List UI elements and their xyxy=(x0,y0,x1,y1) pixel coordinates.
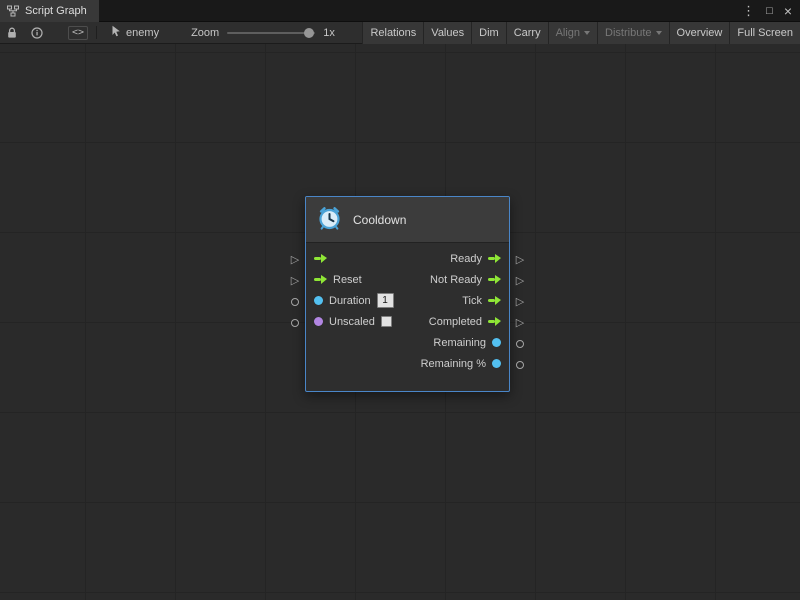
port-label-completed: Completed xyxy=(429,316,482,328)
duration-value-field[interactable] xyxy=(377,293,394,308)
port-row: Remaining xyxy=(306,332,509,353)
flow-output-not-ready-port[interactable] xyxy=(488,275,501,284)
distribute-label: Distribute xyxy=(605,27,651,39)
node-title: Cooldown xyxy=(353,213,406,227)
external-flow-output-marker[interactable]: ▷ xyxy=(514,291,526,312)
external-flow-output-marker[interactable]: ▷ xyxy=(514,312,526,333)
titlebar: Script Graph ⋮ □ × xyxy=(0,0,800,22)
node-cooldown[interactable]: Cooldown Ready Reset xyxy=(305,196,510,392)
chevron-down-icon xyxy=(584,31,590,35)
flow-input-enter-port[interactable] xyxy=(314,254,327,263)
triangle-port-icon: ▷ xyxy=(516,275,524,286)
window-controls: ⋮ □ × xyxy=(742,0,800,22)
zoom-slider-handle[interactable] xyxy=(304,28,314,38)
graph-breadcrumb[interactable]: enemy xyxy=(105,22,165,44)
port-row: Reset Not Ready xyxy=(306,269,509,290)
port-row: Ready xyxy=(306,248,509,269)
carry-label: Carry xyxy=(514,27,541,39)
port-row: Duration Tick xyxy=(306,290,509,311)
external-value-output-marker[interactable] xyxy=(514,354,526,375)
triangle-port-icon: ▷ xyxy=(516,296,524,307)
dim-label: Dim xyxy=(479,27,499,39)
triangle-port-icon: ▷ xyxy=(291,275,299,286)
circle-port-icon xyxy=(291,319,299,327)
port-label-remaining-percent: Remaining % xyxy=(421,358,486,370)
circle-port-icon xyxy=(516,340,524,348)
overview-button[interactable]: Overview xyxy=(669,22,730,44)
values-button[interactable]: Values xyxy=(423,22,471,44)
flow-input-reset-port[interactable] xyxy=(314,275,327,284)
values-label: Values xyxy=(431,27,464,39)
external-value-input-marker[interactable] xyxy=(289,291,301,312)
port-label-remaining: Remaining xyxy=(433,337,486,349)
circle-port-icon xyxy=(516,361,524,369)
script-graph-icon xyxy=(7,5,19,17)
window-close-button[interactable]: × xyxy=(784,0,792,22)
triangle-port-icon: ▷ xyxy=(291,254,299,265)
window-menu-button[interactable]: ⋮ xyxy=(742,0,755,22)
port-row: Remaining % xyxy=(306,353,509,374)
external-flow-output-marker[interactable]: ▷ xyxy=(514,270,526,291)
script-graph-window: Script Graph ⋮ □ × <> xyxy=(0,0,800,600)
zoom-control: Zoom 1x xyxy=(191,26,335,40)
full-screen-label: Full Screen xyxy=(737,27,793,39)
value-input-unscaled-port[interactable] xyxy=(314,317,323,326)
port-label-not-ready: Not Ready xyxy=(430,274,482,286)
distribute-dropdown-button: Distribute xyxy=(597,22,668,44)
pointer-icon xyxy=(111,25,121,40)
relations-button[interactable]: Relations xyxy=(362,22,423,44)
tab-script-graph[interactable]: Script Graph xyxy=(0,0,99,22)
unscaled-checkbox[interactable] xyxy=(381,316,392,327)
value-output-remaining-port[interactable] xyxy=(492,338,501,347)
code-toggle-icon[interactable]: <> xyxy=(68,26,88,40)
value-input-duration-port[interactable] xyxy=(314,296,323,305)
graph-name: enemy xyxy=(126,27,159,39)
zoom-slider-track xyxy=(227,32,315,34)
node-header[interactable]: Cooldown xyxy=(306,197,509,243)
triangle-port-icon: ▷ xyxy=(516,254,524,265)
flow-output-ready-port[interactable] xyxy=(488,254,501,263)
port-label-reset: Reset xyxy=(333,274,362,286)
external-value-output-marker[interactable] xyxy=(514,333,526,354)
window-maximize-button[interactable]: □ xyxy=(766,0,773,22)
carry-button[interactable]: Carry xyxy=(506,22,548,44)
flow-output-completed-port[interactable] xyxy=(488,317,501,326)
relations-label: Relations xyxy=(370,27,416,39)
zoom-slider[interactable] xyxy=(227,26,315,40)
external-flow-output-marker[interactable]: ▷ xyxy=(514,249,526,270)
zoom-value: 1x xyxy=(323,27,335,39)
external-flow-input-marker[interactable]: ▷ xyxy=(289,270,301,291)
port-row: Unscaled Completed xyxy=(306,311,509,332)
triangle-port-icon: ▷ xyxy=(516,317,524,328)
external-value-input-marker[interactable] xyxy=(289,312,301,333)
zoom-label: Zoom xyxy=(191,27,219,39)
dim-button[interactable]: Dim xyxy=(471,22,506,44)
info-icon[interactable] xyxy=(24,22,50,44)
chevron-down-icon xyxy=(656,31,662,35)
port-label-unscaled: Unscaled xyxy=(329,316,375,328)
graph-toolbar: <> enemy Zoom 1x Relations Values Dim Ca… xyxy=(0,22,800,44)
port-label-ready: Ready xyxy=(450,253,482,265)
align-label: Align xyxy=(556,27,580,39)
external-flow-input-marker[interactable]: ▷ xyxy=(289,249,301,270)
full-screen-button[interactable]: Full Screen xyxy=(729,22,800,44)
node-body: Ready Reset Not Ready xyxy=(306,243,509,391)
toolbar-divider xyxy=(96,26,97,39)
circle-port-icon xyxy=(291,298,299,306)
tab-label: Script Graph xyxy=(25,5,87,17)
graph-canvas[interactable]: Cooldown Ready Reset xyxy=(0,44,800,600)
toolbar-buttons: Relations Values Dim Carry Align Distrib… xyxy=(362,22,800,44)
port-label-tick: Tick xyxy=(462,295,482,307)
overview-label: Overview xyxy=(677,27,723,39)
value-output-remaining-percent-port[interactable] xyxy=(492,359,501,368)
align-dropdown-button: Align xyxy=(548,22,597,44)
port-label-duration: Duration xyxy=(329,295,371,307)
alarm-clock-icon xyxy=(316,204,343,236)
lock-icon[interactable] xyxy=(0,22,24,44)
flow-output-tick-port[interactable] xyxy=(488,296,501,305)
